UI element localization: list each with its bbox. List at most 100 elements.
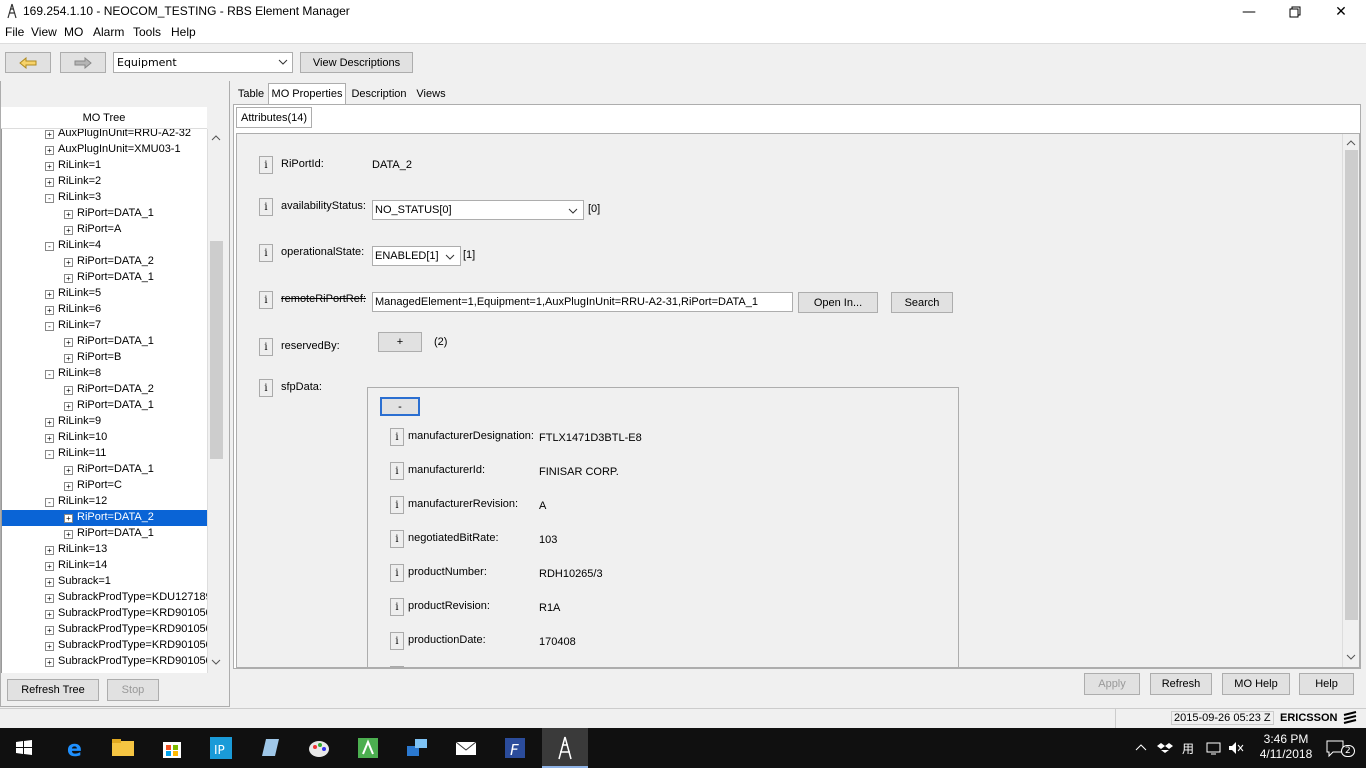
ime-icon[interactable]: 用 [1181,740,1197,756]
attributes-scroll-thumb[interactable] [1345,150,1358,620]
tree-item[interactable]: - RiLink=4 [2,238,207,254]
expand-icon[interactable]: + [45,418,54,427]
tree-item[interactable]: + RiLink=9 [2,414,207,430]
menu-view[interactable]: View [31,25,57,39]
tree-item[interactable]: + RiLink=6 [2,302,207,318]
expand-icon[interactable]: + [45,642,54,651]
mail-icon[interactable] [452,734,480,762]
refresh-tree-button[interactable]: Refresh Tree [7,679,99,701]
info-icon[interactable]: i [259,156,273,174]
expand-icon[interactable]: + [45,578,54,587]
expand-icon[interactable]: + [64,466,73,475]
expand-icon[interactable]: + [45,162,54,171]
tab-table[interactable]: Table [234,83,268,104]
expand-icon[interactable]: + [45,290,54,299]
info-icon[interactable]: i [259,198,273,216]
collapse-icon[interactable]: - [45,498,54,507]
tree-item[interactable]: - RiLink=8 [2,366,207,382]
mo-type-combo[interactable]: Equipment [113,52,293,73]
collapse-icon[interactable]: - [45,242,54,251]
expand-icon[interactable]: + [64,402,73,411]
tree-item[interactable]: + SubrackProdType=KRD901050 [2,654,207,670]
tree-item[interactable]: + RiPort=DATA_1 [2,270,207,286]
info-icon[interactable]: i [390,428,404,446]
network-app-icon[interactable] [403,734,431,762]
collapse-icon[interactable]: - [45,450,54,459]
info-icon[interactable]: i [259,338,273,356]
expand-icon[interactable]: + [45,562,54,571]
notepad-icon[interactable] [256,734,284,762]
tree-item[interactable]: - RiLink=12 [2,494,207,510]
tree-item[interactable]: + RiPort=DATA_1 [2,334,207,350]
expand-icon[interactable]: + [45,610,54,619]
expand-icon[interactable]: + [45,434,54,443]
expand-icon[interactable]: + [64,354,73,363]
expand-icon[interactable]: + [64,338,73,347]
info-icon[interactable]: i [390,462,404,480]
expand-reserved-by-button[interactable]: + [378,332,422,352]
tree-item[interactable]: + RiPort=C [2,478,207,494]
tree-item[interactable]: + RiPort=DATA_2 [2,254,207,270]
expand-icon[interactable]: + [64,226,73,235]
tree-item[interactable]: + RiPort=A [2,222,207,238]
expand-icon[interactable]: + [45,594,54,603]
menu-tools[interactable]: Tools [133,25,161,39]
expand-icon[interactable]: + [64,514,73,523]
tree-scrollbar[interactable] [207,129,224,673]
expand-icon[interactable]: + [45,658,54,667]
tree-scroll-thumb[interactable] [210,241,223,459]
expand-icon[interactable]: + [45,306,54,315]
expand-icon[interactable]: + [45,626,54,635]
tab-description[interactable]: Description [348,83,410,104]
expand-icon[interactable]: + [64,274,73,283]
tree-item[interactable]: + RiLink=1 [2,158,207,174]
info-icon[interactable]: i [390,598,404,616]
spreadsheet-app-icon[interactable] [354,734,382,762]
availability-status-select[interactable]: NO_STATUS[0] [372,200,584,220]
network-icon[interactable] [1205,740,1223,756]
dropbox-icon[interactable] [1157,740,1173,756]
store-icon[interactable] [158,734,186,762]
tree-item[interactable]: - RiLink=7 [2,318,207,334]
tree-item[interactable]: + AuxPlugInUnit=XMU03-1 [2,142,207,158]
help-button[interactable]: Help [1299,673,1354,695]
app-f-icon[interactable]: F [501,734,529,762]
forward-button[interactable] [60,52,106,73]
tree-item[interactable]: - RiLink=3 [2,190,207,206]
info-icon[interactable]: i [259,244,273,262]
mo-help-button[interactable]: MO Help [1222,673,1290,695]
tree-item[interactable]: + RiPort=DATA_1 [2,398,207,414]
stop-button[interactable]: Stop [107,679,159,701]
info-icon[interactable]: i [259,379,273,397]
collapse-sfp-data-button[interactable]: - [380,397,420,416]
tree-item[interactable]: + Subrack=1 [2,574,207,590]
tree-item[interactable]: + RiPort=DATA_2 [2,382,207,398]
expand-icon[interactable]: + [64,386,73,395]
tab-attributes[interactable]: Attributes(14) [236,107,312,128]
operational-state-select[interactable]: ENABLED[1] [372,246,461,266]
volume-muted-icon[interactable] [1228,740,1244,756]
minimize-button[interactable]: — [1226,0,1272,23]
tree-item[interactable]: + SubrackProdType=KRD901050 [2,622,207,638]
app-ip-icon[interactable]: IP [207,734,235,762]
clock[interactable]: 3:46 PM 4/11/2018 [1250,732,1322,762]
tab-mo-properties[interactable]: MO Properties [268,83,346,104]
collapse-icon[interactable]: - [45,194,54,203]
refresh-button[interactable]: Refresh [1150,673,1212,695]
tree-item[interactable]: + SubrackProdType=KDU127189 [2,590,207,606]
tree-item[interactable]: + RiLink=14 [2,558,207,574]
expand-icon[interactable]: + [45,546,54,555]
tree-item[interactable]: + RiLink=5 [2,286,207,302]
info-icon[interactable]: i [390,564,404,582]
menu-help[interactable]: Help [171,25,196,39]
info-icon[interactable]: i [259,291,273,309]
remote-riport-ref-field[interactable]: ManagedElement=1,Equipment=1,AuxPlugInUn… [372,292,793,312]
expand-icon[interactable]: + [45,146,54,155]
tree-item[interactable]: + RiPort=B [2,350,207,366]
attributes-scrollbar[interactable] [1342,134,1359,667]
tree-item[interactable]: + RiPort=DATA_1 [2,462,207,478]
tree-item[interactable]: + AuxPlugInUnit=RRU-A2-32 [2,129,207,142]
mo-tree[interactable]: + AuxPlugInUnit=RRU-A2-32 + AuxPlugInUnit=X… [1,129,207,673]
collapse-icon[interactable]: - [45,370,54,379]
tree-item[interactable]: + SubrackProdType=KRD901050 [2,638,207,654]
